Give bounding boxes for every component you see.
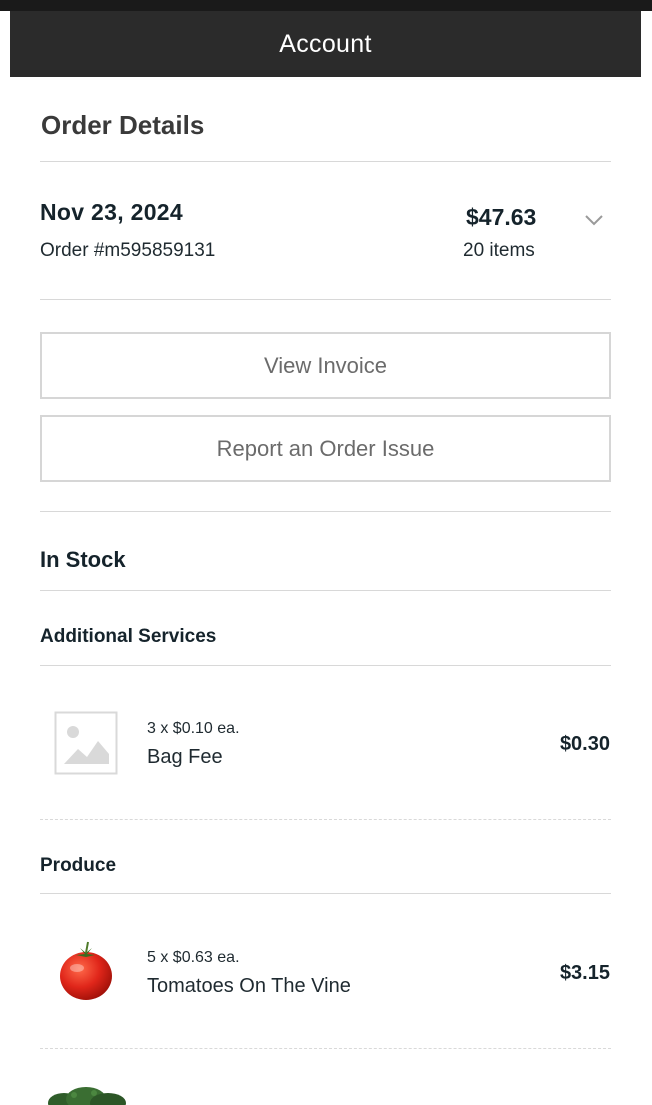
status-bar: [0, 0, 652, 11]
divider: [40, 665, 611, 666]
item-price: $3.15: [559, 962, 610, 984]
broccoli-image: [48, 1087, 126, 1105]
divider: [40, 511, 611, 512]
order-date: Nov 23, 2024: [40, 199, 183, 225]
item-divider: [40, 1048, 611, 1049]
header-edge: [0, 11, 10, 77]
divider: [40, 161, 611, 162]
item-quantity-price: 3 x $0.10 ea.: [147, 720, 240, 737]
report-issue-button[interactable]: Report an Order Issue: [40, 415, 611, 482]
tomato-image: [60, 941, 112, 1000]
item-name: Bag Fee: [147, 746, 223, 768]
header-title: Account: [279, 29, 372, 58]
chevron-down-icon[interactable]: [583, 209, 605, 231]
item-quantity-price: 5 x $0.63 ea.: [147, 949, 240, 966]
order-number: Order #m595859131: [40, 240, 216, 261]
divider: [40, 893, 611, 894]
divider: [40, 299, 611, 300]
order-total: $47.63: [466, 204, 537, 230]
order-items-count: 20 items: [463, 240, 535, 261]
app-header: Account: [10, 11, 641, 77]
view-invoice-button[interactable]: View Invoice: [40, 332, 611, 399]
item-price: $0.30: [559, 733, 610, 755]
item-divider: [40, 819, 611, 820]
additional-services-heading: Additional Services: [40, 626, 217, 647]
in-stock-heading: In Stock: [40, 547, 126, 572]
produce-heading: Produce: [40, 855, 117, 876]
item-name: Tomatoes On The Vine: [147, 975, 351, 997]
divider: [40, 590, 611, 591]
placeholder-image-icon: [54, 711, 118, 775]
page-title: Order Details: [41, 110, 205, 140]
